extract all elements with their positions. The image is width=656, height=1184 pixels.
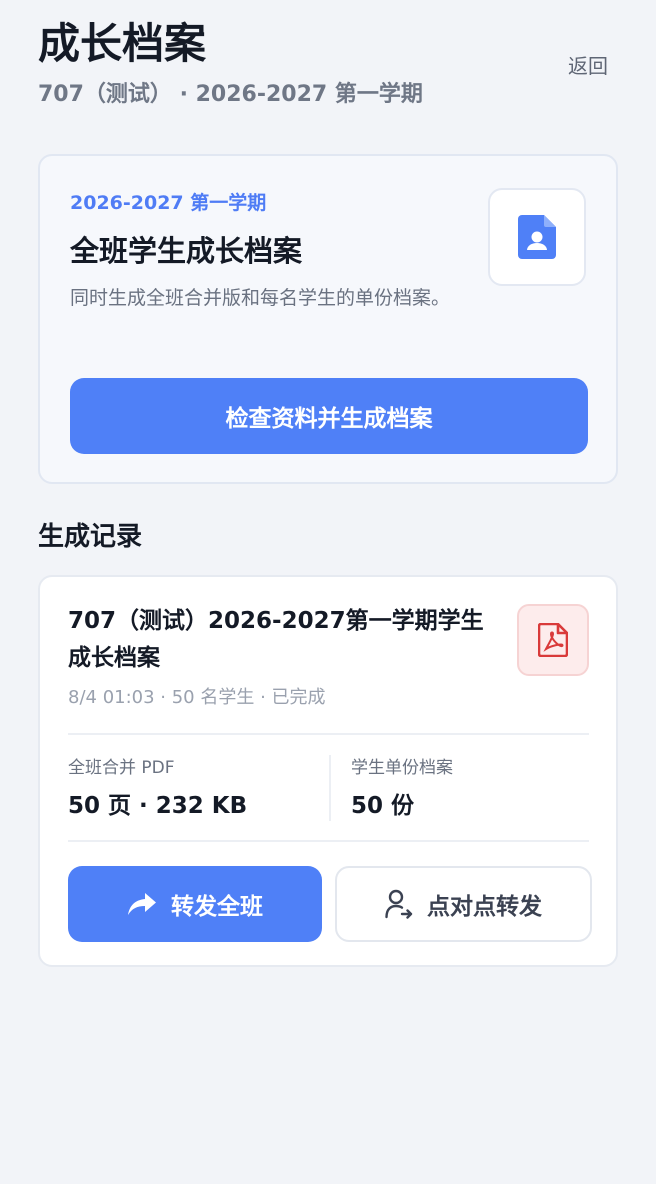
divider bbox=[68, 733, 589, 735]
forward-class-label: 转发全班 bbox=[171, 894, 263, 920]
forward-class-button[interactable]: 转发全班 bbox=[68, 866, 322, 942]
stat-merged-pdf: 全班合并 PDF 50 页 · 232 KB bbox=[68, 757, 247, 821]
stat-label: 学生单份档案 bbox=[351, 758, 453, 778]
share-arrow-icon bbox=[127, 892, 157, 916]
stat-single-archives: 学生单份档案 50 份 bbox=[351, 757, 453, 821]
hero-description: 同时生成全班合并版和每名学生的单份档案。 bbox=[70, 287, 451, 309]
check-and-generate-button[interactable]: 检查资料并生成档案 bbox=[70, 378, 588, 454]
hero-term: 2026-2027 第一学期 bbox=[70, 192, 267, 214]
hero-title: 全班学生成长档案 bbox=[70, 234, 303, 268]
stat-value: 50 页 · 232 KB bbox=[68, 793, 248, 819]
document-user-icon bbox=[488, 188, 586, 286]
back-button[interactable]: 返回 bbox=[568, 50, 608, 79]
record-title: 707（测试）2026-2027第一学期学生成长档案 bbox=[68, 608, 484, 671]
record-card: 707（测试）2026-2027第一学期学生成长档案 8/4 01:03 · 5… bbox=[38, 575, 618, 967]
record-meta: 8/4 01:03 · 50 名学生 · 已完成 bbox=[68, 687, 326, 708]
page-header: 成长档案 707（测试） · 2026-2027 第一学期 返回 bbox=[38, 20, 618, 120]
stat-label: 全班合并 PDF bbox=[68, 758, 175, 778]
peer-to-peer-forward-button[interactable]: 点对点转发 bbox=[335, 866, 592, 942]
records-section-title: 生成记录 bbox=[38, 522, 143, 552]
divider bbox=[68, 840, 589, 842]
stat-value: 50 份 bbox=[351, 793, 415, 819]
page-subtitle: 707（测试） · 2026-2027 第一学期 bbox=[38, 82, 423, 107]
generate-archive-card: 2026-2027 第一学期 全班学生成长档案 同时生成全班合并版和每名学生的单… bbox=[38, 154, 618, 484]
page-title: 成长档案 bbox=[38, 19, 207, 68]
peer-to-peer-forward-label: 点对点转发 bbox=[427, 894, 542, 920]
stat-separator bbox=[329, 755, 331, 821]
user-share-icon bbox=[385, 889, 413, 919]
pdf-icon[interactable] bbox=[517, 604, 589, 676]
